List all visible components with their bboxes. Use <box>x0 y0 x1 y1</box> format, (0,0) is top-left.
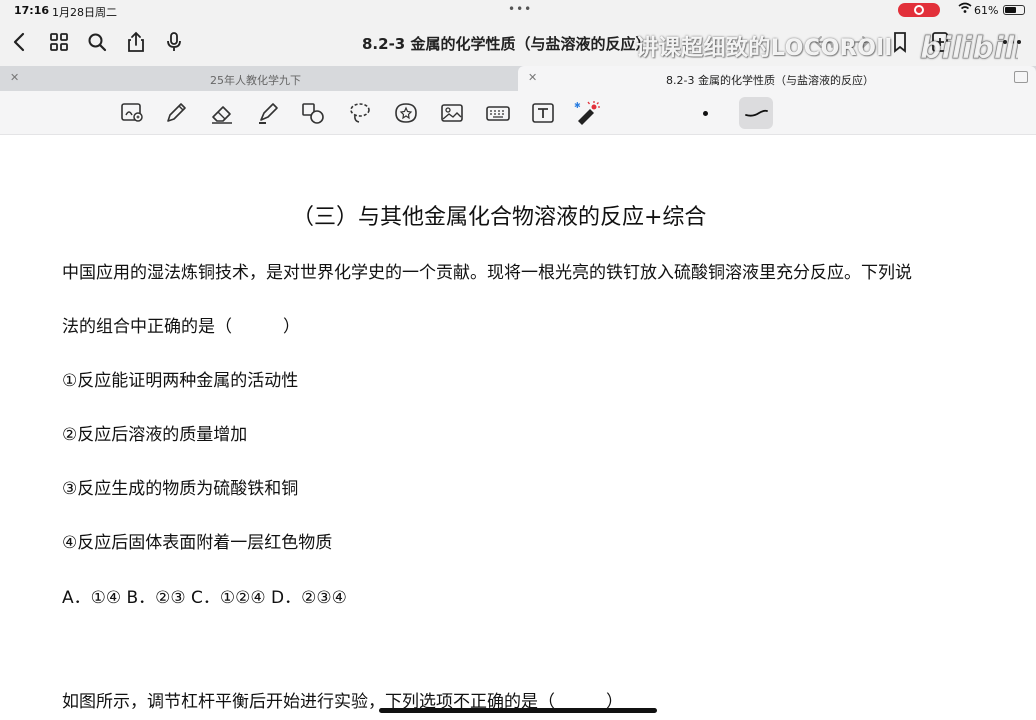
image-icon[interactable] <box>438 99 466 127</box>
svg-text:bilibili: bilibili <box>920 31 1018 66</box>
pen-style-stroke[interactable] <box>739 97 773 129</box>
battery-icon <box>1003 5 1025 15</box>
pen-size-dot[interactable] <box>703 111 708 116</box>
screen-recording-icon[interactable] <box>898 3 940 17</box>
microphone-icon[interactable] <box>162 30 186 54</box>
statement-1: ①反应能证明两种金属的活动性 <box>62 371 299 391</box>
back-icon[interactable] <box>8 30 32 54</box>
search-icon[interactable] <box>85 30 109 54</box>
section-heading: （三）与其他金属化合物溶液的反应+综合 <box>292 205 707 230</box>
video-watermark: 讲课超细致的LOCOROll <box>636 36 893 61</box>
tab-textbook[interactable]: ✕ 25年人教化学九下 <box>0 66 518 91</box>
svg-text:✱: ✱ <box>574 101 581 110</box>
statement-3: ③反应生成的物质为硫酸铁和铜 <box>62 479 299 499</box>
wifi-icon <box>958 2 972 17</box>
shapes-icon[interactable] <box>299 99 327 127</box>
answer-options: A．①④ B．②③ C．①②④ D．②③④ <box>62 588 347 608</box>
split-view-icon[interactable] <box>1014 71 1028 83</box>
tab-label: 25年人教化学九下 <box>210 74 301 87</box>
question-line: 法的组合中正确的是（ ） <box>62 317 300 337</box>
statement-4: ④反应后固体表面附着一层红色物质 <box>62 533 333 553</box>
question-line: 中国应用的湿法炼铜技术，是对世界化学史的一个贡献。现将一根光亮的铁钉放入硫酸铜溶… <box>62 263 912 283</box>
tab-current-document[interactable]: ✕ 8.2-3 金属的化学性质（与盐溶液的反应） <box>518 66 1036 91</box>
document-title: 8.2-3 金属的化学性质（与盐溶液的反应） <box>362 35 651 53</box>
battery-fill <box>1005 7 1016 13</box>
tab-strip: ✕ 25年人教化学九下 ✕ 8.2-3 金属的化学性质（与盐溶液的反应） <box>0 66 1036 91</box>
keyboard-icon[interactable] <box>484 99 512 127</box>
eraser-icon[interactable] <box>208 99 236 127</box>
status-time: 17:16 <box>14 4 50 17</box>
share-icon[interactable] <box>124 30 148 54</box>
text-icon[interactable] <box>529 99 557 127</box>
status-bar: 17:16 1月28日周二 ••• 61% <box>0 0 1036 20</box>
multitask-dots-icon[interactable]: ••• <box>508 2 532 16</box>
laser-pointer-icon[interactable]: ✱ <box>574 99 602 127</box>
statement-2: ②反应后溶液的质量增加 <box>62 425 248 445</box>
close-icon[interactable]: ✕ <box>528 71 537 84</box>
sticker-icon[interactable] <box>392 99 420 127</box>
pen-icon[interactable] <box>162 99 190 127</box>
highlighter-icon[interactable] <box>254 99 282 127</box>
close-icon[interactable]: ✕ <box>10 71 19 84</box>
tab-label: 8.2-3 金属的化学性质（与盐溶液的反应） <box>666 74 874 87</box>
zoom-write-icon[interactable] <box>118 99 146 127</box>
tool-bar: ✱ <box>0 91 1036 135</box>
battery-percent: 61% <box>974 4 999 17</box>
grid-icon[interactable] <box>47 30 71 54</box>
home-indicator[interactable] <box>379 708 657 713</box>
status-date: 1月28日周二 <box>52 6 117 19</box>
lasso-icon[interactable] <box>346 99 374 127</box>
document-page[interactable]: （三）与其他金属化合物溶液的反应+综合 中国应用的湿法炼铜技术，是对世界化学史的… <box>0 136 1036 720</box>
